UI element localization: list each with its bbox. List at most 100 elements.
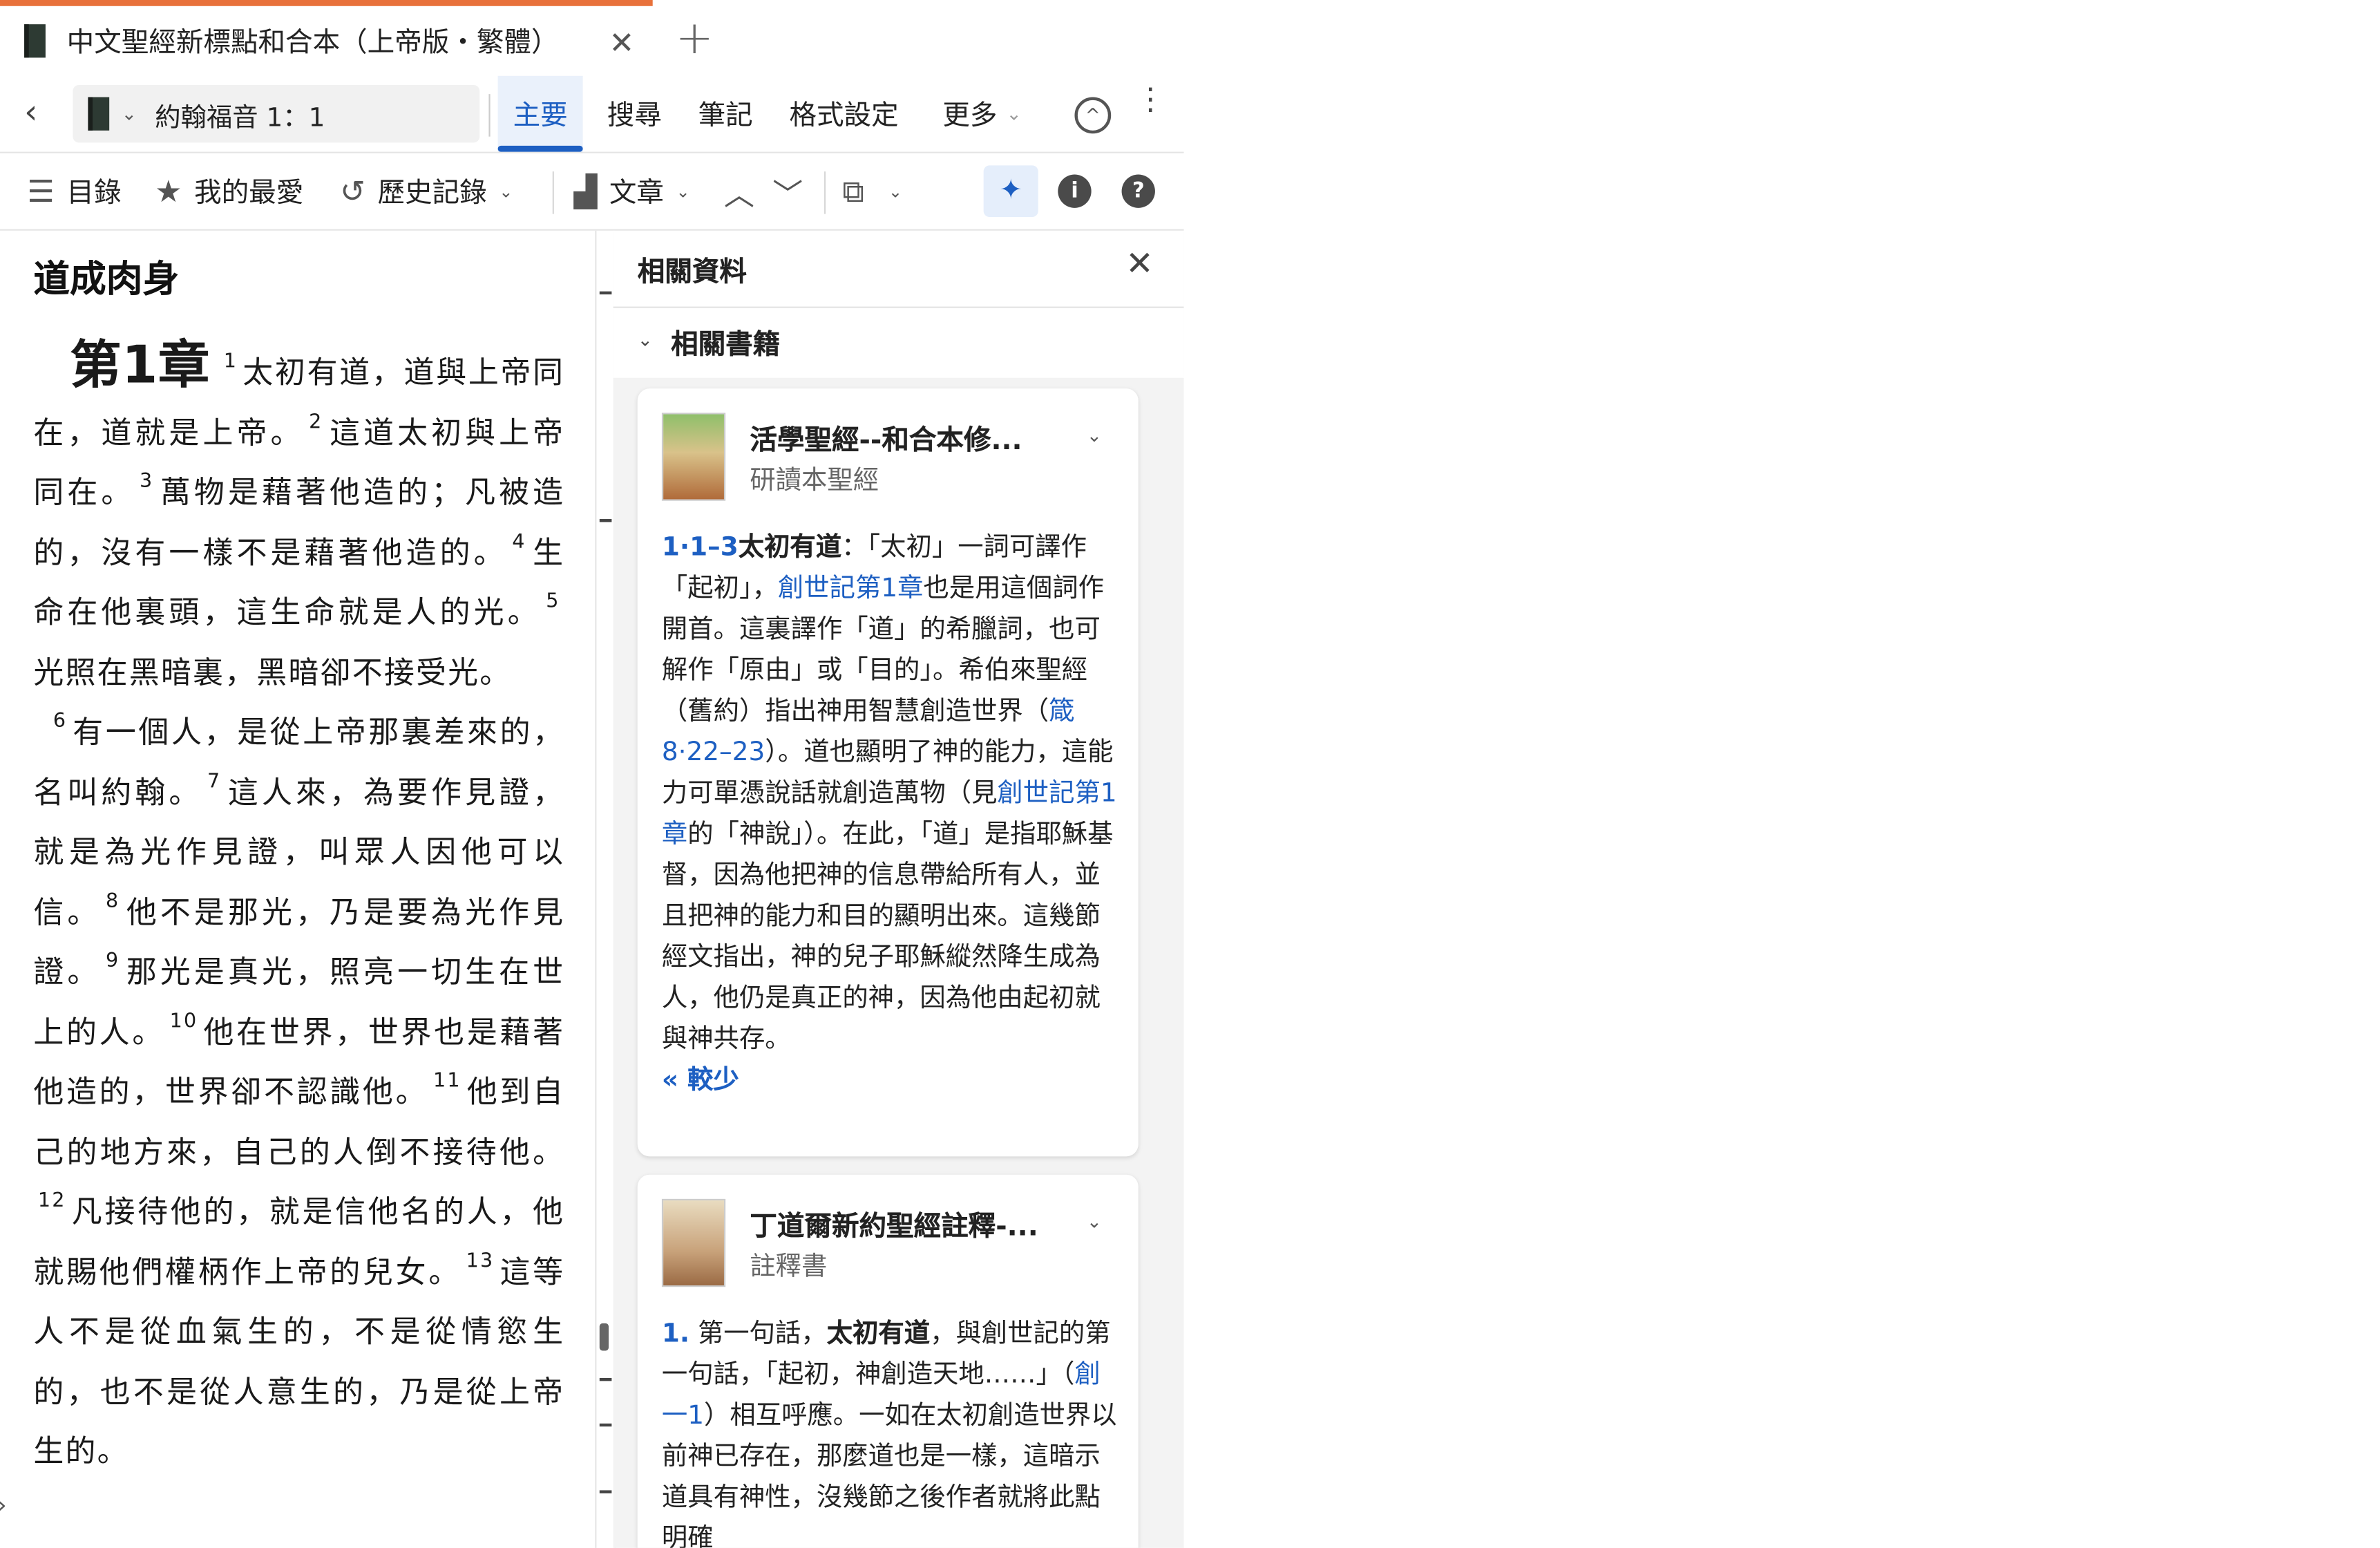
tab-main-label: 主要 [513,100,568,133]
resource-card[interactable]: 丁道爾新約聖經註釋-... 註釋書 ⌄ 1. 第一句話，太初有道，與創世記的第一… [637,1174,1139,1548]
chevron-down-icon: ⌄ [637,329,653,351]
bible-book-icon [88,97,110,131]
section-heading: 道成肉身 [33,258,180,301]
scripture-link[interactable]: 創世記第1章 [778,574,924,604]
verse-number[interactable]: 12 [38,1190,66,1213]
document-tab[interactable]: 中文聖經新標點和合本（上帝版・繁體） ✕ [0,0,653,76]
card-body: 1. 第一句話，太初有道，與創世記的第一句話，「起初，神創造天地……」（創一1）… [662,1314,1117,1548]
tab-notes-label: 筆記 [698,100,753,133]
show-less-link[interactable]: « 較少 [662,1066,739,1096]
favorites-label: 我的最愛 [194,177,304,210]
star-icon: ★ [155,173,182,210]
next-section-button[interactable]: ﹀ [772,153,815,229]
chevron-down-icon[interactable]: ⌄ [1087,425,1102,446]
verse-marker [599,1377,612,1381]
tab-more[interactable]: 更多 ⌄ [942,76,1021,152]
bible-text: 第1章 1 太初有道，道與上帝同在，道就是上帝。 2 這道太初與上帝同在。 3 萬物是藉著他… [33,335,564,1482]
chevron-down-icon[interactable]: ⌄ [122,103,137,124]
text-bars-icon: ▟ [573,173,598,210]
verse-marker [599,1490,612,1493]
verse-number[interactable]: 2 [309,410,323,433]
verse-text: 凡接待他的，就是信他名的人，他就賜他們權柄作上帝的兒女。 [33,1193,565,1290]
reference-input[interactable]: 約翰福音 1：1 [155,95,325,133]
reader-toolbar: ☰ 目錄 ★ 我的最愛 ↺ 歷史記錄 ⌄ ▟ 文章 ⌄ ︿ ﹀ ⧉ ⌄ ✦ i ? [0,153,1184,231]
tab-more-label: 更多 [942,100,998,133]
verse-number[interactable]: 6 [53,710,67,733]
chevron-down-icon: ⌄ [1006,103,1022,125]
tab-notes[interactable]: 筆記 [698,76,753,152]
verse-marker [599,519,612,522]
navigation-bar: ‹ ⌄ 約翰福音 1：1 主要 搜尋 筆記 格式設定 更多 ⌄ ^ ⋮ [0,75,1184,153]
paragraph: 第1章 1 太初有道，道與上帝同在，道就是上帝。 2 這道太初與上帝同在。 3 萬物是藉著他… [33,335,564,703]
chevron-down-icon: ⌄ [888,181,903,201]
tab-search-label: 搜尋 [607,100,662,133]
book-cover [661,1198,726,1287]
bible-book-icon [24,24,46,58]
chevron-down-icon[interactable]: ⌄ [1087,1211,1102,1232]
info-icon[interactable]: i [1058,174,1092,208]
empty-area [1183,75,2380,1548]
link-icon: ⧉ [842,173,864,210]
scrollbar-thumb[interactable] [599,1323,609,1351]
back-arrow-icon[interactable]: ‹ [24,94,37,132]
verse-number[interactable]: 5 [546,590,560,613]
more-options-icon[interactable]: ⋮ [1135,84,1165,114]
chevron-down-icon: ⌄ [676,181,690,201]
contents-button[interactable]: ☰ 目錄 [28,153,122,229]
body-text: 第一句話， [689,1319,827,1350]
verse-reference[interactable]: 1·1–3 [662,533,739,563]
bible-text-pane: 道成肉身 第1章 1 太初有道，道與上帝同在，道就是上帝。 2 這道太初與上帝同在。 3 萬… [0,230,596,1548]
panel-header: 相關資料 ✕ [613,230,1184,308]
new-tab-button[interactable]: + [676,12,714,66]
chevron-down-icon: ⌄ [499,181,513,201]
tab-title: 中文聖經新標點和合本（上帝版・繁體） [66,27,559,59]
chapter-number: 第1章 [70,335,211,397]
tab-bar: 中文聖經新標點和合本（上帝版・繁體） ✕ + [0,0,2380,76]
verse-number[interactable]: 8 [106,890,120,913]
verse-number[interactable]: 13 [466,1249,495,1272]
verse-number[interactable]: 11 [433,1070,461,1093]
card-subtitle: 註釋書 [750,1252,828,1283]
chevron-down-icon: ﹀ [772,175,803,212]
verse-number[interactable]: 7 [207,770,221,793]
tab-format-label: 格式設定 [789,100,899,133]
card-title[interactable]: 活學聖經--和合本修... [750,419,1022,458]
verse-number[interactable]: 4 [512,531,526,554]
contents-label: 目錄 [66,177,122,210]
divider [488,94,491,137]
verse-reference[interactable]: 1. [662,1319,689,1349]
related-panel: 相關資料 ✕ ⌄ 相關書籍 活學聖經--和合本修... 研讀本聖經 ⌄ 1·1–… [613,230,1184,1548]
verse-marker [599,291,612,295]
verse-number[interactable]: 3 [140,471,153,493]
verse-number[interactable]: 10 [170,1010,198,1032]
lightbulb-icon[interactable]: ✦ [983,165,1038,218]
link-button[interactable]: ⧉ ⌄ [842,153,902,229]
tab-format[interactable]: 格式設定 [789,76,898,152]
chevron-up-icon: ︿ [723,175,754,212]
card-subtitle: 研讀本聖經 [750,466,879,497]
previous-section-button[interactable]: ︿ [724,153,767,229]
close-tab-icon[interactable]: ✕ [609,24,635,61]
help-icon[interactable]: ? [1121,174,1155,208]
list-icon: ☰ [27,173,55,210]
related-books-section-toggle[interactable]: ⌄ 相關書籍 [613,308,1184,378]
paragraph: 6 有一個人，是從上帝那裏差來的，名叫約翰。 7 這人來，為要作見證，就是為光作見證，… [33,703,564,1482]
verse-number[interactable]: 9 [106,950,120,973]
text-mode-button[interactable]: ▟ 文章 ⌄ [573,153,689,229]
history-button[interactable]: ↺ 歷史記錄 ⌄ [340,153,513,229]
collapse-up-icon[interactable]: ^ [1074,97,1112,134]
resource-card[interactable]: 活學聖經--和合本修... 研讀本聖經 ⌄ 1·1–3太初有道：「太初」一詞可譯… [637,388,1139,1157]
reference-selector[interactable]: ⌄ 約翰福音 1：1 [73,84,480,143]
verse-text: 光照在黑暗裏，黑暗卻不接受光。 [33,653,512,690]
body-text: ）相互呼應。一如在太初創造世界以前神已存在，那麼道也是一樣，這暗示道具有神性，沒… [661,1400,1117,1548]
bold-term: 太初有道 [826,1319,931,1350]
tab-main[interactable]: 主要 [497,75,583,152]
expand-left-icon[interactable]: › [0,1490,7,1519]
card-title[interactable]: 丁道爾新約聖經註釋-... [750,1205,1038,1245]
divider [552,171,554,214]
close-icon[interactable]: ✕ [1125,246,1154,284]
favorites-button[interactable]: ★ 我的最愛 [155,153,303,229]
verse-number[interactable]: 1 [224,350,238,373]
tab-search[interactable]: 搜尋 [607,76,662,152]
panel-title: 相關資料 [637,256,747,289]
